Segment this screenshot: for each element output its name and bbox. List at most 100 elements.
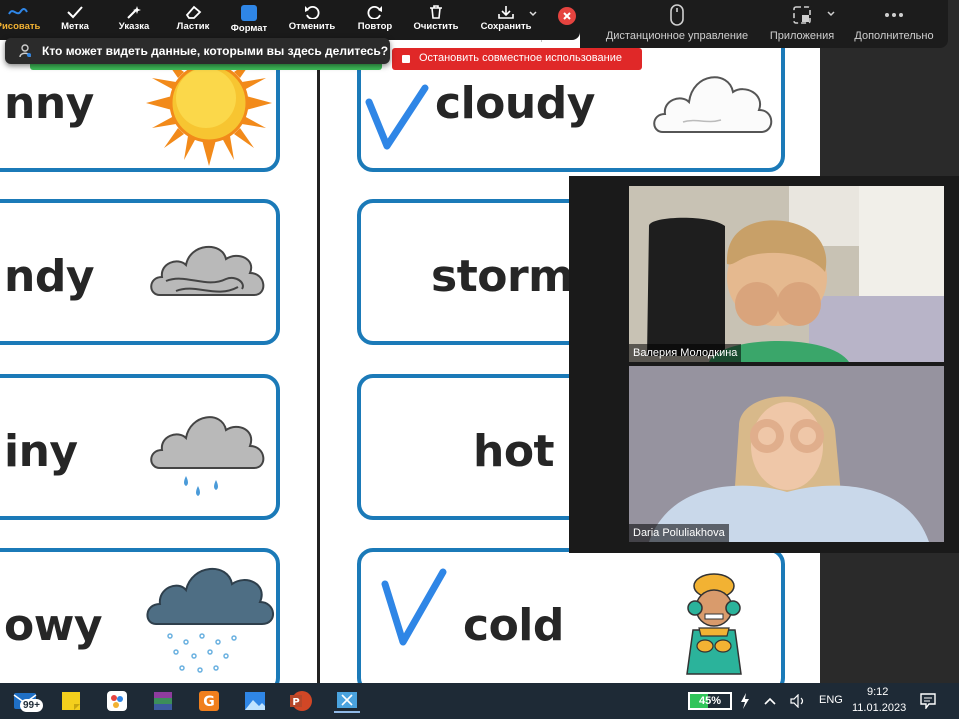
trash-icon: [430, 5, 442, 19]
participant-name: Daria Poluliakhova: [629, 524, 729, 542]
spotlight-tool[interactable]: Указка: [104, 3, 164, 39]
redo-button[interactable]: Повтор: [345, 3, 405, 39]
participant-video: [629, 366, 944, 542]
tool-label: Повтор: [357, 21, 393, 32]
eraser-icon: [185, 5, 202, 19]
undo-icon: [305, 5, 320, 19]
archive-icon: [154, 692, 172, 710]
card-left-4: owy: [0, 548, 280, 683]
card-right-4: cold: [357, 548, 785, 683]
checkmark-icon: [67, 6, 83, 19]
control-label: Дистанционное управление: [605, 30, 749, 42]
eraser-tool[interactable]: Ластик: [163, 3, 223, 39]
participant-name: Валерия Молодкина: [629, 344, 742, 362]
powerpoint-app[interactable]: P: [288, 689, 314, 713]
tooltip-text: Кто может видеть данные, которыми вы зде…: [42, 44, 389, 58]
photos-icon: [245, 692, 265, 710]
card-left-2: ndy: [0, 199, 280, 345]
person-icon: [19, 44, 31, 58]
cold-person-icon: [686, 573, 742, 675]
tool-label: Указка: [118, 21, 150, 32]
clear-button[interactable]: Очистить: [406, 3, 466, 39]
spotlight-icon: [127, 6, 141, 19]
wind-cloud-icon: [150, 245, 265, 296]
chevron-down-icon[interactable]: [826, 10, 836, 18]
stamp-tool[interactable]: Метка: [45, 3, 105, 39]
mail-badge: 99+: [20, 699, 43, 712]
squiggle-icon: [8, 8, 28, 15]
close-toolbar-button[interactable]: [558, 7, 576, 25]
card-word: owy: [4, 600, 103, 651]
card-word: ndy: [4, 251, 95, 302]
video-tile[interactable]: Daria Poluliakhova: [629, 366, 944, 542]
tool-label: Формат: [230, 23, 268, 34]
scissors-icon: [337, 692, 357, 708]
tool-label: Ластик: [176, 21, 210, 32]
stop-square-icon: [402, 55, 410, 63]
chevron-down-icon[interactable]: [528, 10, 538, 18]
card-word: cold: [463, 600, 564, 651]
archiver-app[interactable]: [150, 689, 176, 713]
powerpoint-icon: P: [290, 691, 312, 711]
save-icon: [498, 6, 514, 19]
input-language[interactable]: ENG: [819, 694, 843, 706]
annotation-toolbar: Рисовать Метка Указка Ластик Формат Отме…: [0, 0, 580, 40]
who-can-see-tooltip[interactable]: Кто может видеть данные, которыми вы зде…: [5, 38, 390, 64]
draw-tool[interactable]: Рисовать: [0, 3, 48, 39]
close-icon: [563, 12, 571, 20]
clock-date[interactable]: 11.01.2023: [852, 702, 906, 714]
check-mark-icon: [381, 568, 447, 646]
g-app[interactable]: G: [196, 689, 222, 713]
windows-taskbar: 99+ G P 45% ENG 9:12 11.01.2023: [0, 683, 959, 719]
tool-label: Рисовать: [0, 21, 41, 32]
clock-time[interactable]: 9:12: [867, 686, 888, 698]
battery-percent: 45%: [698, 695, 722, 707]
format-square-icon: [241, 5, 257, 21]
tool-label: Метка: [61, 21, 89, 32]
rain-cloud-icon: [150, 416, 265, 496]
meeting-controls: Дистанционное управление Приложения Допо…: [580, 0, 948, 48]
tool-label: Сохранить: [480, 21, 532, 32]
more-button[interactable]: Дополнительно: [850, 4, 938, 42]
check-mark-icon: [365, 84, 429, 150]
column-divider: [317, 0, 320, 683]
charging-bolt-icon: [741, 693, 749, 709]
cloud-icon: [653, 76, 773, 133]
svg-text:G: G: [203, 694, 215, 710]
save-button[interactable]: Сохранить: [476, 3, 536, 39]
battery-indicator[interactable]: 45%: [688, 692, 732, 710]
card-word: hot: [473, 426, 555, 477]
participant-video-panel[interactable]: Валерия Молодкина Daria Poluliakhova: [569, 176, 959, 553]
mouse-icon: [670, 4, 684, 26]
redo-icon: [367, 5, 382, 19]
svg-text:P: P: [292, 697, 299, 708]
sticky-notes-app[interactable]: [58, 689, 84, 713]
g-app-icon: G: [199, 691, 219, 711]
speaker-icon[interactable]: [790, 694, 806, 708]
control-label: Дополнительно: [854, 30, 934, 42]
format-tool[interactable]: Формат: [219, 3, 279, 39]
video-tile[interactable]: Валерия Молодкина: [629, 186, 944, 362]
photos-app[interactable]: [242, 689, 268, 713]
more-dots-icon: [885, 13, 903, 17]
remote-control-button[interactable]: Дистанционное управление: [602, 4, 752, 42]
apps-icon: [793, 6, 811, 24]
card-word: cloudy: [435, 78, 595, 129]
snow-cloud-icon: [146, 568, 274, 673]
card-word: nny: [4, 78, 94, 129]
undo-button[interactable]: Отменить: [282, 3, 342, 39]
palette-icon: [107, 691, 127, 711]
control-label: Приложения: [769, 30, 835, 42]
card-left-3: iny: [0, 374, 280, 520]
chevron-up-icon[interactable]: [764, 697, 776, 705]
card-word: iny: [4, 426, 78, 477]
tool-label: Очистить: [413, 21, 459, 32]
tool-label: Отменить: [288, 21, 336, 32]
sticky-note-icon: [62, 692, 80, 710]
stop-sharing-label: Остановить совместное использование: [419, 52, 622, 64]
stop-sharing-button[interactable]: Остановить совместное использование: [392, 48, 642, 70]
paint-app[interactable]: [104, 689, 130, 713]
snipping-tool-app[interactable]: [334, 689, 360, 713]
notification-icon[interactable]: [920, 693, 936, 709]
participant-video: [629, 186, 944, 362]
